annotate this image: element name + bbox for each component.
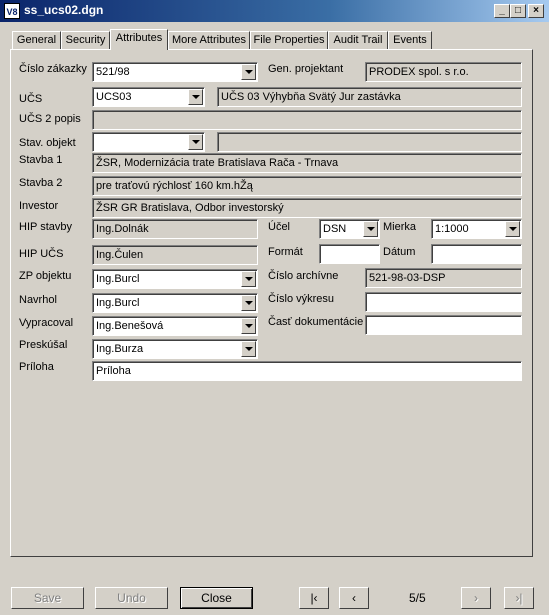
cislo-zakazky-label: Číslo zákazky	[19, 63, 87, 75]
tab-attributes[interactable]: Attributes	[110, 29, 168, 50]
stavba2-label: Stavba 2	[19, 177, 63, 189]
previous-record-icon: ‹	[352, 591, 356, 605]
preskusal-value: Ing.Burza	[96, 343, 144, 355]
ucs2-popis-field[interactable]	[92, 110, 522, 130]
cislo-zakazky-combo[interactable]: 521/98	[92, 62, 258, 82]
chevron-down-icon[interactable]	[188, 89, 203, 105]
maximize-button[interactable]: □	[510, 4, 526, 18]
navrhol-label: Navrhol	[19, 294, 57, 306]
ucel-value: DSN	[323, 223, 347, 235]
app-icon[interactable]: V8	[4, 3, 20, 19]
minimize-button[interactable]: _	[494, 4, 510, 18]
format-label: Formát	[268, 246, 303, 258]
ucs-value: UCS03	[96, 91, 132, 103]
ucs-label: UČS	[19, 93, 43, 105]
stavba1-field[interactable]: ŽSR, Modernizácia trate Bratislava Rača …	[92, 153, 522, 173]
tab-events[interactable]: Events	[388, 31, 432, 49]
undo-button[interactable]: Undo	[95, 587, 168, 609]
zp-objektu-value: Ing.Burcl	[96, 273, 140, 285]
tab-security[interactable]: Security	[61, 31, 110, 49]
navrhol-combo[interactable]: Ing.Burcl	[92, 293, 258, 313]
tab-audit-trail[interactable]: Audit Trail	[328, 31, 388, 49]
stavba2-field[interactable]: pre traťovú rýchlosť 160 km.hŽą	[92, 176, 522, 196]
chevron-down-icon[interactable]	[241, 271, 256, 287]
title-bar[interactable]: V8 ss_ucs02.dgn _ □ ×	[0, 0, 549, 22]
close-window-button[interactable]: ×	[528, 4, 544, 18]
stavba1-label: Stavba 1	[19, 154, 63, 166]
tab-file-properties[interactable]: File Properties	[250, 31, 328, 49]
cast-dokumentacie-field[interactable]	[365, 315, 522, 335]
save-button[interactable]: Save	[11, 587, 84, 609]
preskusal-label: Preskúšal	[19, 339, 68, 351]
chevron-down-icon[interactable]	[241, 341, 256, 357]
priloha-label: Príloha	[19, 361, 54, 373]
mierka-combo[interactable]: 1:1000	[431, 219, 522, 239]
chevron-down-icon[interactable]	[241, 295, 256, 311]
stav-objekt-label: Stav. objekt	[19, 137, 76, 149]
first-record-button[interactable]: |‹	[299, 587, 329, 609]
gen-projektant-field: PRODEX spol. s r.o.	[365, 62, 522, 82]
tab-general[interactable]: General	[12, 31, 61, 49]
hip-stavby-label: HIP stavby	[19, 221, 72, 233]
gen-projektant-label: Gen. projektant	[268, 63, 344, 75]
priloha-field[interactable]: Príloha	[92, 361, 522, 381]
last-record-icon: ›|	[515, 591, 523, 605]
ucs-combo[interactable]: UCS03	[92, 87, 205, 107]
last-record-button[interactable]: ›|	[504, 587, 534, 609]
chevron-down-icon[interactable]	[241, 318, 256, 334]
investor-field[interactable]: ŽSR GR Bratislava, Odbor investorský	[92, 198, 522, 218]
vypracoval-label: Vypracoval	[19, 317, 74, 329]
hip-ucs-label: HIP UČS	[19, 248, 64, 260]
zp-objektu-label: ZP objektu	[19, 270, 72, 282]
preskusal-combo[interactable]: Ing.Burza	[92, 339, 258, 359]
cislo-archivne-field[interactable]: 521-98-03-DSP	[365, 268, 522, 288]
cislo-zakazky-value: 521/98	[96, 66, 130, 78]
investor-label: Investor	[19, 200, 59, 212]
next-record-icon: ›	[474, 591, 478, 605]
ucel-combo[interactable]: DSN	[319, 219, 380, 239]
hip-ucs-field[interactable]: Ing.Čulen	[92, 245, 258, 265]
cislo-vykresu-field[interactable]	[365, 292, 522, 312]
next-record-button[interactable]: ›	[461, 587, 491, 609]
window-title: ss_ucs02.dgn	[24, 3, 104, 17]
navrhol-value: Ing.Burcl	[96, 297, 140, 309]
chevron-down-icon[interactable]	[505, 221, 520, 237]
stav-objekt-description	[217, 132, 522, 152]
datum-label: Dátum	[383, 246, 416, 258]
cast-dokumentacie-label: Časť dokumentácie	[268, 316, 364, 328]
close-button[interactable]: Close	[180, 587, 253, 609]
format-field[interactable]	[319, 244, 380, 264]
chevron-down-icon[interactable]	[241, 64, 256, 80]
previous-record-button[interactable]: ‹	[339, 587, 369, 609]
chevron-down-icon[interactable]	[188, 134, 203, 150]
cislo-archivne-label: Číslo archívne	[268, 270, 339, 282]
ucel-label: Účel	[268, 221, 291, 233]
chevron-down-icon[interactable]	[363, 221, 378, 237]
datum-field[interactable]	[431, 244, 522, 264]
cislo-vykresu-label: Číslo výkresu	[268, 293, 335, 305]
vypracoval-value: Ing.Benešová	[96, 320, 164, 332]
tab-more-attributes[interactable]: More Attributes	[168, 31, 250, 49]
first-record-icon: |‹	[310, 591, 318, 605]
record-position: 5/5	[409, 591, 426, 605]
mierka-label: Mierka	[383, 221, 417, 233]
ucs2-popis-label: UČS 2 popis	[19, 113, 81, 125]
hip-stavby-field[interactable]: Ing.Dolnák	[92, 219, 258, 239]
mierka-value: 1:1000	[435, 223, 469, 235]
vypracoval-combo[interactable]: Ing.Benešová	[92, 316, 258, 336]
ucs-description: UČS 03 Výhybňa Svätý Jur zastávka	[217, 87, 522, 107]
zp-objektu-combo[interactable]: Ing.Burcl	[92, 269, 258, 289]
stav-objekt-combo[interactable]	[92, 132, 205, 152]
